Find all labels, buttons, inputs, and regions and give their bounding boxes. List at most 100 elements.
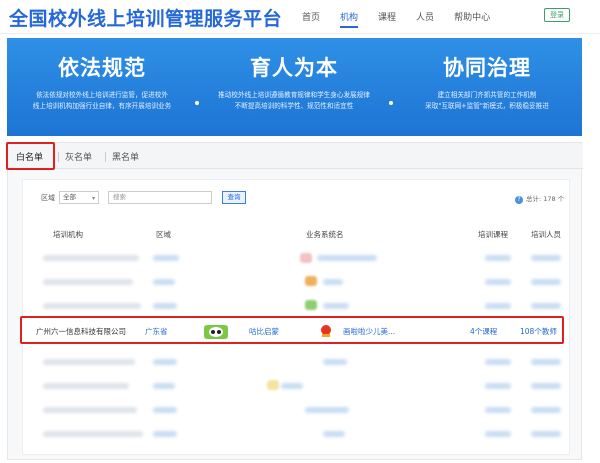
region-label: 区域 [41, 193, 55, 202]
banner-description: 依法依规对校外线上培训进行监管，促进校外 线上培训机构加强行业自律，有序开展培训… [7, 90, 197, 112]
blurred-cell [531, 279, 561, 285]
blurred-cell [485, 383, 511, 389]
column-header-courses: 培训课程 [478, 230, 508, 239]
blurred-cell [323, 359, 347, 365]
filter-bar: 区域 全部 ▾ 搜索 查询 [41, 191, 246, 204]
region-select[interactable]: 全部 ▾ [59, 191, 99, 204]
table-row-blurred[interactable] [23, 246, 569, 270]
app-icon [305, 300, 317, 310]
banner-line: 不断提高培训的科学性、规范性和适宜性 [234, 102, 354, 110]
blurred-cell [153, 431, 177, 437]
query-button[interactable]: 查询 [222, 191, 246, 204]
blurred-cell [485, 431, 511, 437]
site-title: 全国校外线上培训管理服务平台 [9, 8, 283, 30]
table-row-blurred[interactable] [23, 294, 569, 318]
blurred-cell [485, 303, 511, 309]
blurred-cell [531, 407, 561, 413]
blurred-cell [43, 407, 137, 413]
banner-line: 建立相关部门齐抓共管的工作机制 [437, 91, 537, 99]
blurred-cell [43, 303, 141, 309]
blurred-cell [43, 279, 133, 285]
blurred-cell [281, 383, 303, 389]
column-header-region: 区域 [156, 230, 171, 239]
region-select-value: 全部 [63, 193, 76, 201]
help-icon: ? [515, 196, 523, 204]
banner-column-regulation: 依法规范 依法依规对校外线上培训进行监管，促进校外 线上培训机构加强行业自律，有… [7, 38, 197, 136]
region-value: 广东省 [145, 327, 168, 336]
total-count: ? 总计: 178 个 [515, 193, 564, 204]
blurred-cell [531, 255, 561, 261]
banner-line: 推动校外线上培训遵循教育规律和学生身心发展规律 [218, 91, 370, 99]
system-name-2[interactable]: 画啦啦少儿美... [343, 326, 395, 337]
table-row-highlighted[interactable]: 广州六一信息科技有限公司 广东省 咕比启蒙 画啦啦少儿美... 4个课程 108… [20, 316, 564, 344]
nav-item-courses[interactable]: 课程 [378, 10, 396, 28]
banner-line: 线上培训机构加强行业自律，有序开展培训业务 [32, 102, 172, 110]
nav-item-help[interactable]: 帮助中心 [454, 10, 490, 28]
main-nav: 首页 机构 课程 人员 帮助中心 [302, 10, 510, 28]
blurred-cell [43, 431, 143, 437]
blurred-cell [531, 383, 561, 389]
system-name-1[interactable]: 咕比启蒙 [249, 326, 279, 337]
nav-item-personnel[interactable]: 人员 [416, 10, 434, 28]
column-header-system: 业务系统名 [306, 230, 344, 239]
banner-column-education: 育人为本 推动校外线上培训遵循教育规律和学生身心发展规律 不断提高培训的科学性、… [199, 38, 389, 136]
app-icon [300, 253, 312, 263]
banner-description: 建立相关部门齐抓共管的工作机制 采取"互联网+监管"新模式，积极稳妥推进 [392, 90, 582, 112]
gubi-app-icon [204, 324, 228, 339]
blurred-cell [485, 255, 511, 261]
chevron-down-icon: ▾ [91, 195, 95, 202]
banner-line: 依法依规对校外线上培训进行监管，促进校外 [36, 91, 168, 99]
table-row-blurred[interactable] [23, 270, 569, 294]
course-count-link[interactable]: 4个课程 [470, 326, 497, 337]
blurred-cell [485, 407, 511, 413]
blurred-cell [43, 383, 129, 389]
tab-divider [105, 152, 106, 162]
blurred-cell [153, 359, 177, 365]
hualala-app-icon [318, 323, 334, 339]
blurred-cell [485, 279, 511, 285]
total-count-text: 总计: 178 个 [526, 195, 565, 203]
staff-count-link[interactable]: 108个教师 [520, 326, 557, 337]
blurred-cell [43, 359, 135, 365]
blurred-cell [531, 431, 561, 437]
table-row-blurred[interactable] [23, 374, 569, 398]
blurred-cell [153, 255, 179, 261]
blurred-cell [153, 279, 175, 285]
blurred-cell [153, 303, 177, 309]
blurred-cell [323, 279, 343, 285]
app-icon [305, 276, 317, 286]
table-row-blurred[interactable] [23, 422, 569, 446]
nav-item-institutions[interactable]: 机构 [340, 10, 359, 28]
column-header-staff: 培训人员 [531, 230, 561, 239]
blurred-cell [531, 303, 561, 309]
blurred-cell [323, 431, 345, 437]
banner-heading: 育人为本 [250, 56, 338, 80]
hero-banner: 依法规范 依法依规对校外线上培训进行监管，促进校外 线上培训机构加强行业自律，有… [7, 38, 582, 136]
table-row-blurred[interactable] [23, 350, 569, 374]
column-header-org: 培训机构 [53, 230, 83, 239]
nav-item-home[interactable]: 首页 [302, 10, 320, 28]
banner-heading: 协同治理 [443, 56, 531, 80]
search-input[interactable]: 搜索 [108, 191, 212, 204]
tab-blacklist[interactable]: 黑名单 [112, 150, 139, 163]
banner-line: 采取"互联网+监管"新模式，积极稳妥推进 [425, 102, 549, 110]
list-tabs: 白名单 灰名单 黑名单 [8, 143, 583, 169]
list-panel: 白名单 灰名单 黑名单 区域 全部 ▾ 搜索 查询 ? 总计: 178 个 培训机… [7, 142, 583, 460]
tab-whitelist-highlight [6, 142, 55, 170]
blurred-cell [43, 255, 139, 261]
top-header: 全国校外线上培训管理服务平台 首页 机构 课程 人员 帮助中心 登录 [0, 0, 600, 34]
table-row-blurred[interactable] [23, 398, 569, 422]
blurred-cell [317, 255, 377, 261]
tab-divider [58, 152, 59, 162]
blurred-cell [531, 359, 561, 365]
org-name[interactable]: 广州六一信息科技有限公司 [36, 326, 126, 337]
banner-heading: 依法规范 [58, 56, 146, 80]
blurred-cell [305, 407, 349, 413]
blurred-cell [153, 407, 177, 413]
blurred-cell [153, 383, 175, 389]
app-icon [267, 380, 279, 390]
blurred-cell [323, 303, 349, 309]
banner-description: 推动校外线上培训遵循教育规律和学生身心发展规律 不断提高培训的科学性、规范性和适… [199, 90, 389, 112]
tab-graylist[interactable]: 灰名单 [65, 150, 92, 163]
login-button[interactable]: 登录 [544, 8, 570, 22]
